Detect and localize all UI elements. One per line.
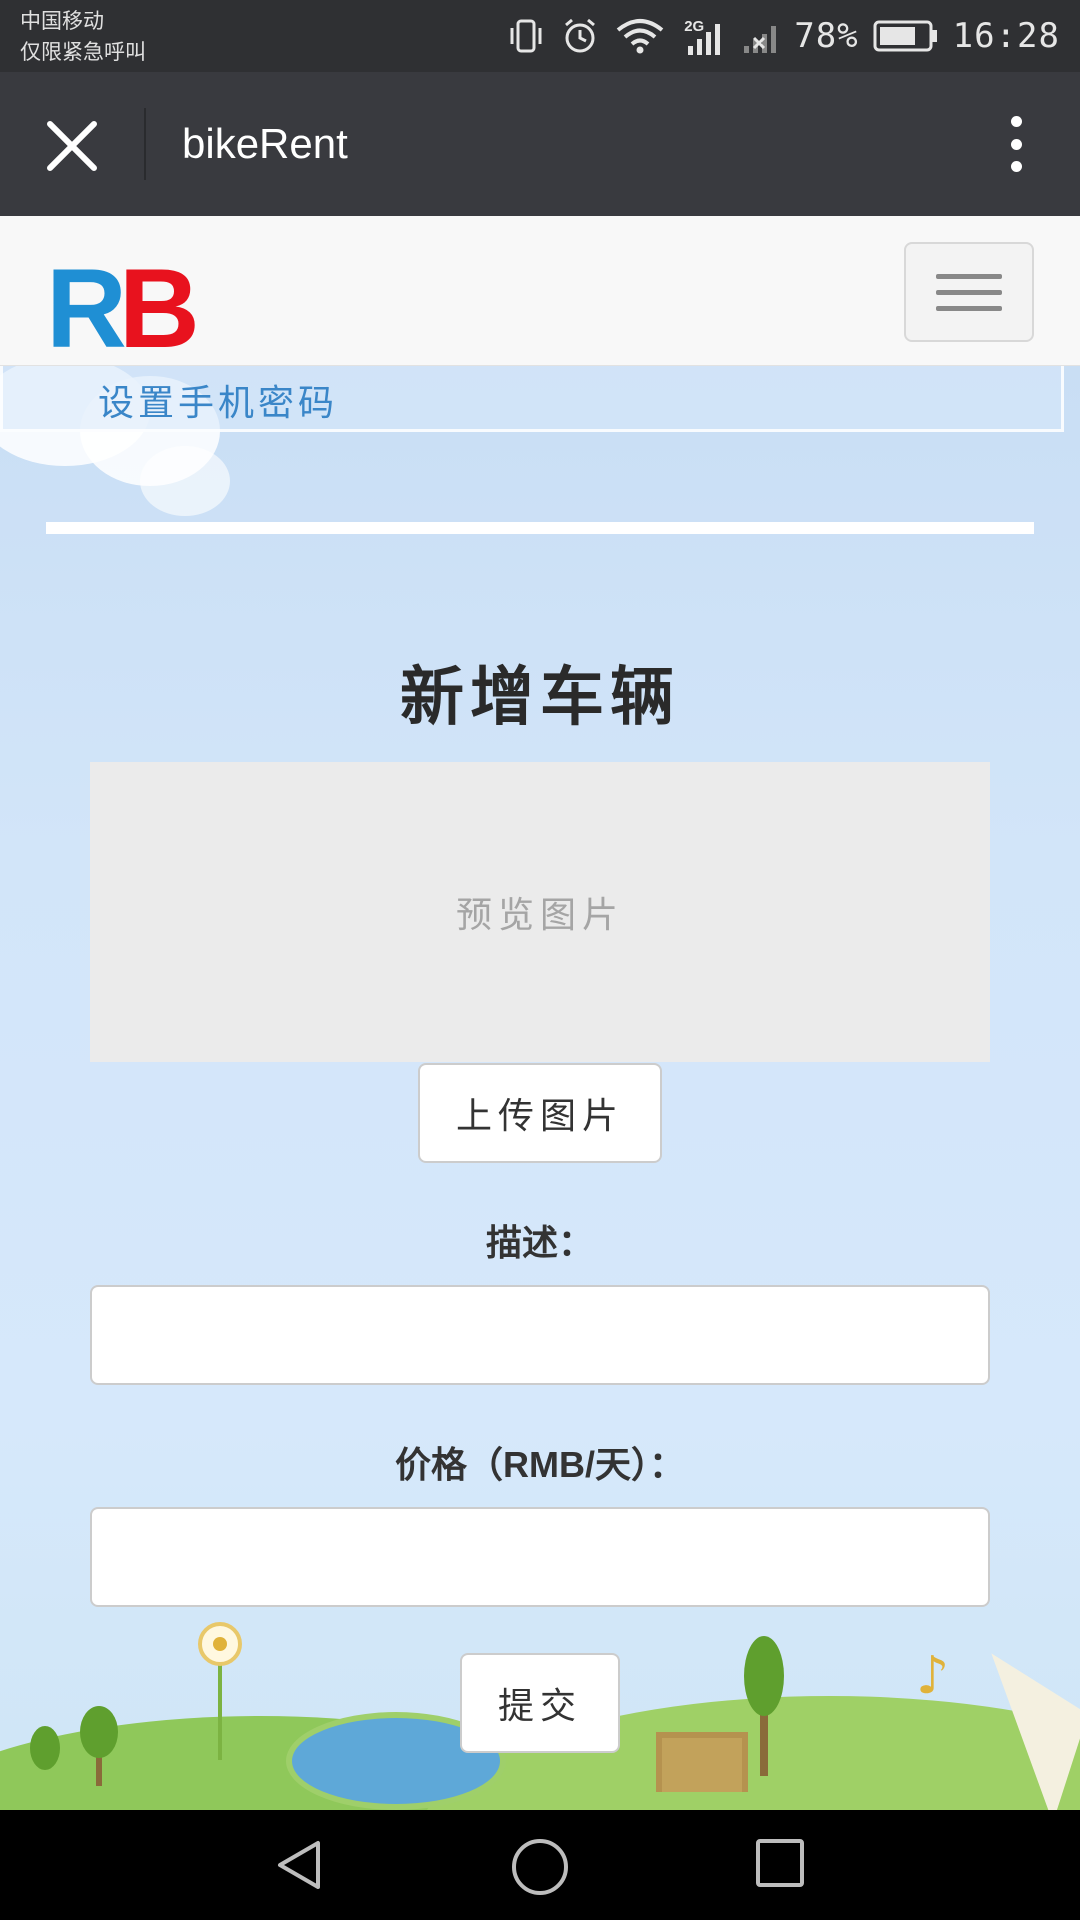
more-vertical-icon	[1010, 161, 1022, 172]
bench-decoration	[656, 1732, 748, 1792]
battery-percent: 78%	[794, 16, 859, 56]
no-signal-icon	[744, 26, 777, 53]
system-nav-bar	[0, 1810, 1080, 1920]
price-input[interactable]	[90, 1507, 990, 1607]
status-bar: 中国移动 仅限紧急呼叫 2G 78% 16:28	[0, 0, 1080, 72]
tree-decoration	[744, 1636, 784, 1716]
vibrate-icon	[510, 19, 542, 53]
title-divider	[144, 108, 146, 180]
submit-button[interactable]: 提交	[460, 1653, 620, 1753]
price-label: 价格（RMB/天）：	[395, 1444, 685, 1485]
logo-letter-b: B	[118, 246, 200, 371]
more-options-button[interactable]	[992, 112, 1040, 176]
hamburger-icon	[936, 289, 1002, 295]
site-navbar: RB	[0, 216, 1080, 366]
back-icon[interactable]	[272, 1837, 328, 1893]
wifi-icon	[616, 19, 664, 54]
hamburger-icon	[936, 273, 1002, 279]
title-bar: bikeRent	[0, 72, 1080, 216]
flower-decoration	[198, 1622, 242, 1760]
page-title: bikeRent	[182, 120, 348, 167]
upload-image-button[interactable]: 上传图片	[418, 1063, 662, 1163]
more-vertical-icon	[1010, 138, 1022, 150]
cloud-decoration	[140, 446, 230, 516]
image-preview-placeholder: 预览图片	[455, 895, 624, 936]
alarm-icon	[565, 18, 596, 53]
divider-line	[46, 522, 1034, 534]
form-title: 新增车辆	[400, 660, 680, 735]
music-note-decoration: ♪	[916, 1646, 950, 1706]
menu-toggle-button[interactable]	[904, 242, 1034, 342]
carrier-info: 中国移动 仅限紧急呼叫	[20, 6, 146, 68]
site-logo[interactable]: RB	[46, 246, 200, 371]
image-preview: 预览图片	[90, 762, 990, 1062]
set-phone-password-link[interactable]: 设置手机密码	[98, 374, 338, 426]
status-icons: 2G 78% 16:28	[506, 0, 1060, 72]
more-vertical-icon	[1010, 116, 1022, 127]
carrier-name: 中国移动	[20, 9, 104, 33]
hamburger-icon	[936, 305, 1002, 311]
logo-letter-r: R	[46, 246, 127, 371]
signal-icon: 2G	[680, 14, 726, 58]
home-icon[interactable]	[510, 1837, 570, 1897]
battery-icon	[873, 20, 937, 52]
tree-decoration	[80, 1706, 118, 1758]
clock: 16:28	[952, 16, 1060, 56]
recents-icon[interactable]	[754, 1837, 806, 1889]
description-input[interactable]	[90, 1285, 990, 1385]
emergency-only-text: 仅限紧急呼叫	[20, 40, 146, 64]
web-content: RB 设置手机密码 新增车辆 预览图片 上传图片 描述： 价格（RMB/天）： …	[0, 216, 1080, 1810]
tree-decoration	[30, 1726, 60, 1770]
description-label: 描述：	[485, 1222, 594, 1263]
close-icon	[47, 121, 97, 171]
close-button[interactable]	[36, 110, 108, 182]
